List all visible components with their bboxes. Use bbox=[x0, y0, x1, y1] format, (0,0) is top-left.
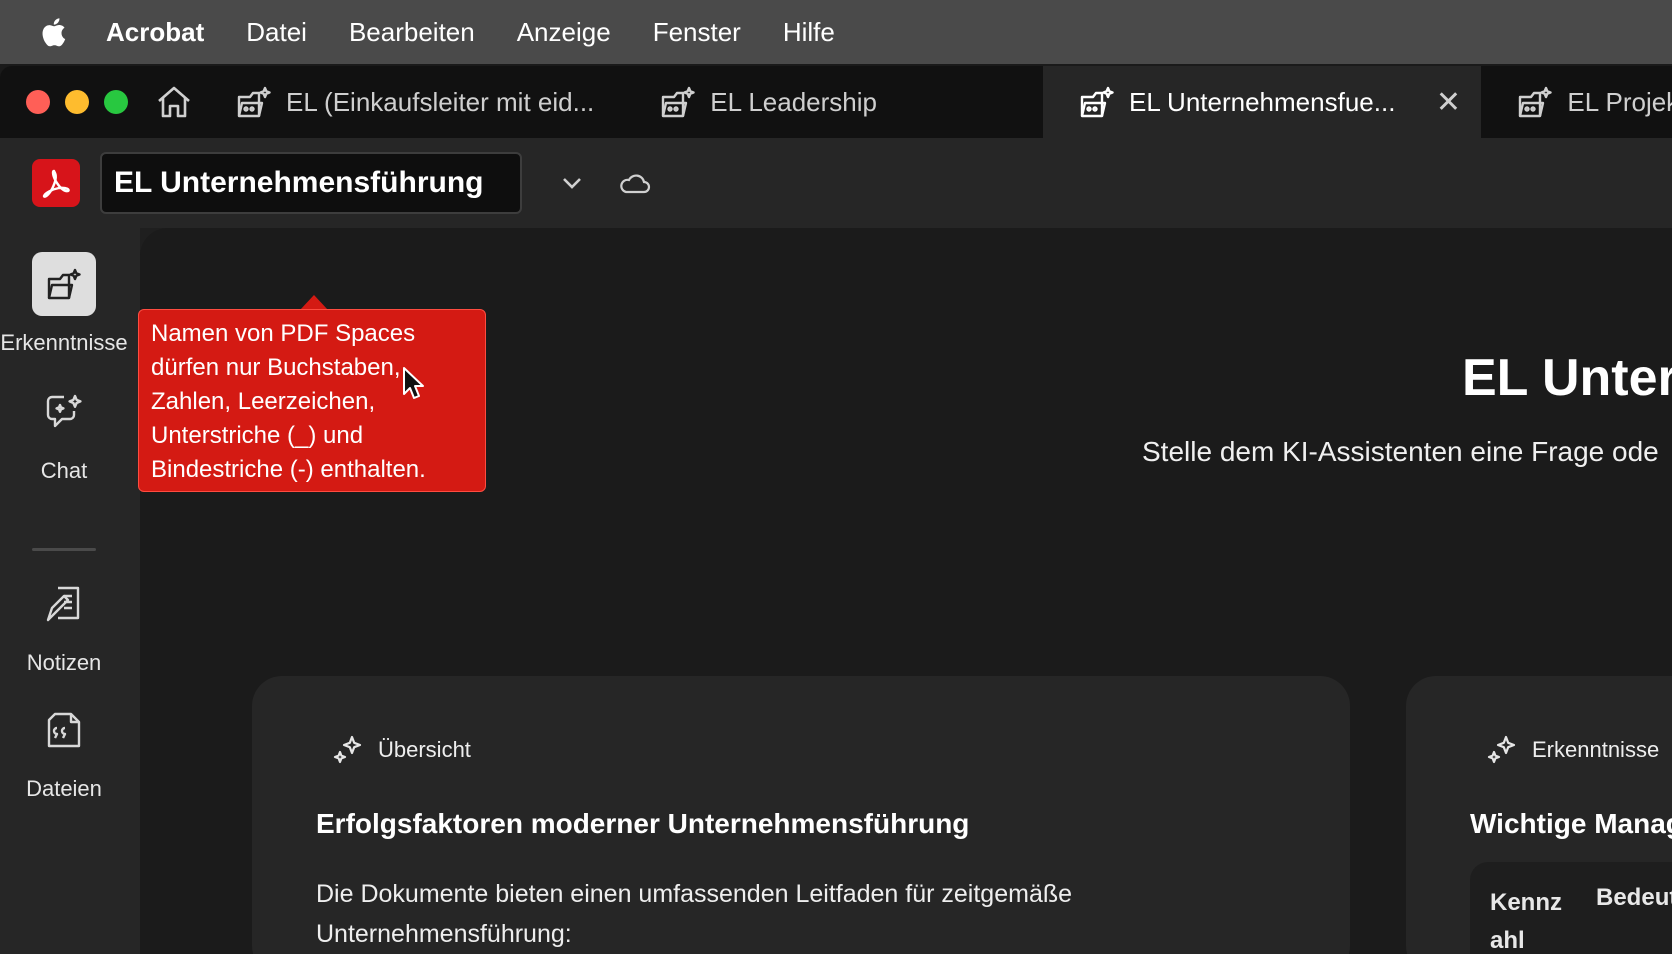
mouse-cursor-icon bbox=[402, 366, 428, 407]
validation-error-tooltip: Namen von PDF Spaces dürfen nur Buchstab… bbox=[138, 309, 486, 492]
sidebar-item-label: Chat bbox=[40, 458, 88, 483]
tab-label: EL Projek bbox=[1567, 86, 1672, 117]
kpi-table: Kennz ahl Bedeut bbox=[1470, 862, 1672, 954]
left-sidebar: Erkenntnisse Chat Notizen Dateien bbox=[0, 228, 140, 954]
chat-icon bbox=[32, 380, 96, 444]
sidebar-item-chat[interactable]: Chat bbox=[0, 380, 128, 484]
sidebar-item-label: Erkenntnisse bbox=[0, 330, 128, 355]
tab-label: EL Leadership bbox=[710, 86, 877, 117]
sidebar-item-label: Notizen bbox=[26, 650, 102, 675]
pdf-space-icon bbox=[662, 86, 695, 118]
macos-menu-bar: Acrobat Datei Bearbeiten Anzeige Fenster… bbox=[0, 0, 1672, 64]
pdf-space-icon bbox=[1519, 86, 1553, 118]
overview-card: Übersicht Erfolgsfaktoren moderner Unter… bbox=[252, 676, 1350, 954]
close-window-button[interactable] bbox=[26, 90, 50, 114]
card-header: Erkenntnisse bbox=[1486, 734, 1659, 766]
space-toolbar bbox=[0, 138, 1672, 228]
insights-card: Erkenntnisse Wichtige Manag Kennz ahl Be… bbox=[1406, 676, 1672, 954]
acrobat-window: EL (Einkaufsleiter mit eid... EL Leaders… bbox=[0, 66, 1672, 954]
cloud-icon[interactable] bbox=[614, 163, 654, 203]
tab-el-leadership[interactable]: EL Leadership bbox=[624, 66, 907, 138]
card-title: Erfolgsfaktoren moderner Unternehmensfüh… bbox=[316, 808, 970, 839]
card-header: Übersicht bbox=[332, 734, 471, 766]
space-name-input[interactable] bbox=[100, 152, 522, 214]
tab-el-einkaufsleiter[interactable]: EL (Einkaufsleiter mit eid... bbox=[200, 66, 624, 138]
apple-logo-icon[interactable] bbox=[40, 15, 70, 49]
insights-icon bbox=[32, 252, 96, 316]
pdf-space-icon bbox=[237, 86, 271, 118]
menu-fenster[interactable]: Fenster bbox=[653, 17, 741, 48]
sparkle-icon bbox=[1487, 735, 1516, 764]
chevron-down-icon[interactable] bbox=[552, 163, 592, 203]
sparkle-icon bbox=[333, 735, 362, 764]
sidebar-divider bbox=[32, 548, 96, 551]
menu-anzeige[interactable]: Anzeige bbox=[517, 17, 611, 48]
files-icon bbox=[32, 698, 96, 762]
card-header-label: Erkenntnisse bbox=[1532, 737, 1660, 762]
tab-label: EL Unternehmensfue... bbox=[1129, 86, 1396, 117]
card-body-text: Die Dokumente bieten einen umfassenden L… bbox=[316, 880, 1073, 948]
notes-icon bbox=[32, 572, 96, 636]
sidebar-item-erkenntnisse[interactable]: Erkenntnisse bbox=[0, 252, 128, 356]
menu-datei[interactable]: Datei bbox=[246, 17, 307, 48]
tab-bar: EL (Einkaufsleiter mit eid... EL Leaders… bbox=[0, 66, 1672, 138]
page-title: EL Unter bbox=[1462, 349, 1672, 407]
tooltip-arrow bbox=[300, 295, 328, 310]
table-header-cell: Kennz ahl bbox=[1490, 889, 1562, 954]
menu-hilfe[interactable]: Hilfe bbox=[783, 17, 835, 48]
pdf-space-icon bbox=[1080, 86, 1114, 118]
table-header-cell: Bedeut bbox=[1596, 884, 1672, 911]
tab-el-projekt[interactable]: EL Projek bbox=[1481, 66, 1672, 138]
sidebar-item-notizen[interactable]: Notizen bbox=[0, 572, 128, 676]
home-icon[interactable] bbox=[156, 77, 192, 127]
tab-el-unternehmensfuehrung[interactable]: EL Unternehmensfue... ✕ bbox=[1043, 66, 1482, 138]
sidebar-item-dateien[interactable]: Dateien bbox=[0, 698, 128, 802]
close-tab-icon[interactable]: ✕ bbox=[1433, 85, 1463, 120]
card-header-label: Übersicht bbox=[378, 737, 471, 762]
tab-label: EL (Einkaufsleiter mit eid... bbox=[286, 86, 595, 117]
maximize-window-button[interactable] bbox=[104, 90, 128, 114]
sidebar-item-label: Dateien bbox=[26, 776, 102, 801]
acrobat-logo-icon bbox=[32, 159, 80, 207]
window-controls bbox=[0, 90, 128, 114]
menu-app-name[interactable]: Acrobat bbox=[106, 17, 204, 48]
card-title: Wichtige Manag bbox=[1470, 808, 1672, 839]
page-subtitle: Stelle dem KI-Assistenten eine Frage ode bbox=[1142, 436, 1659, 467]
menu-bearbeiten[interactable]: Bearbeiten bbox=[349, 17, 475, 48]
minimize-window-button[interactable] bbox=[65, 90, 89, 114]
